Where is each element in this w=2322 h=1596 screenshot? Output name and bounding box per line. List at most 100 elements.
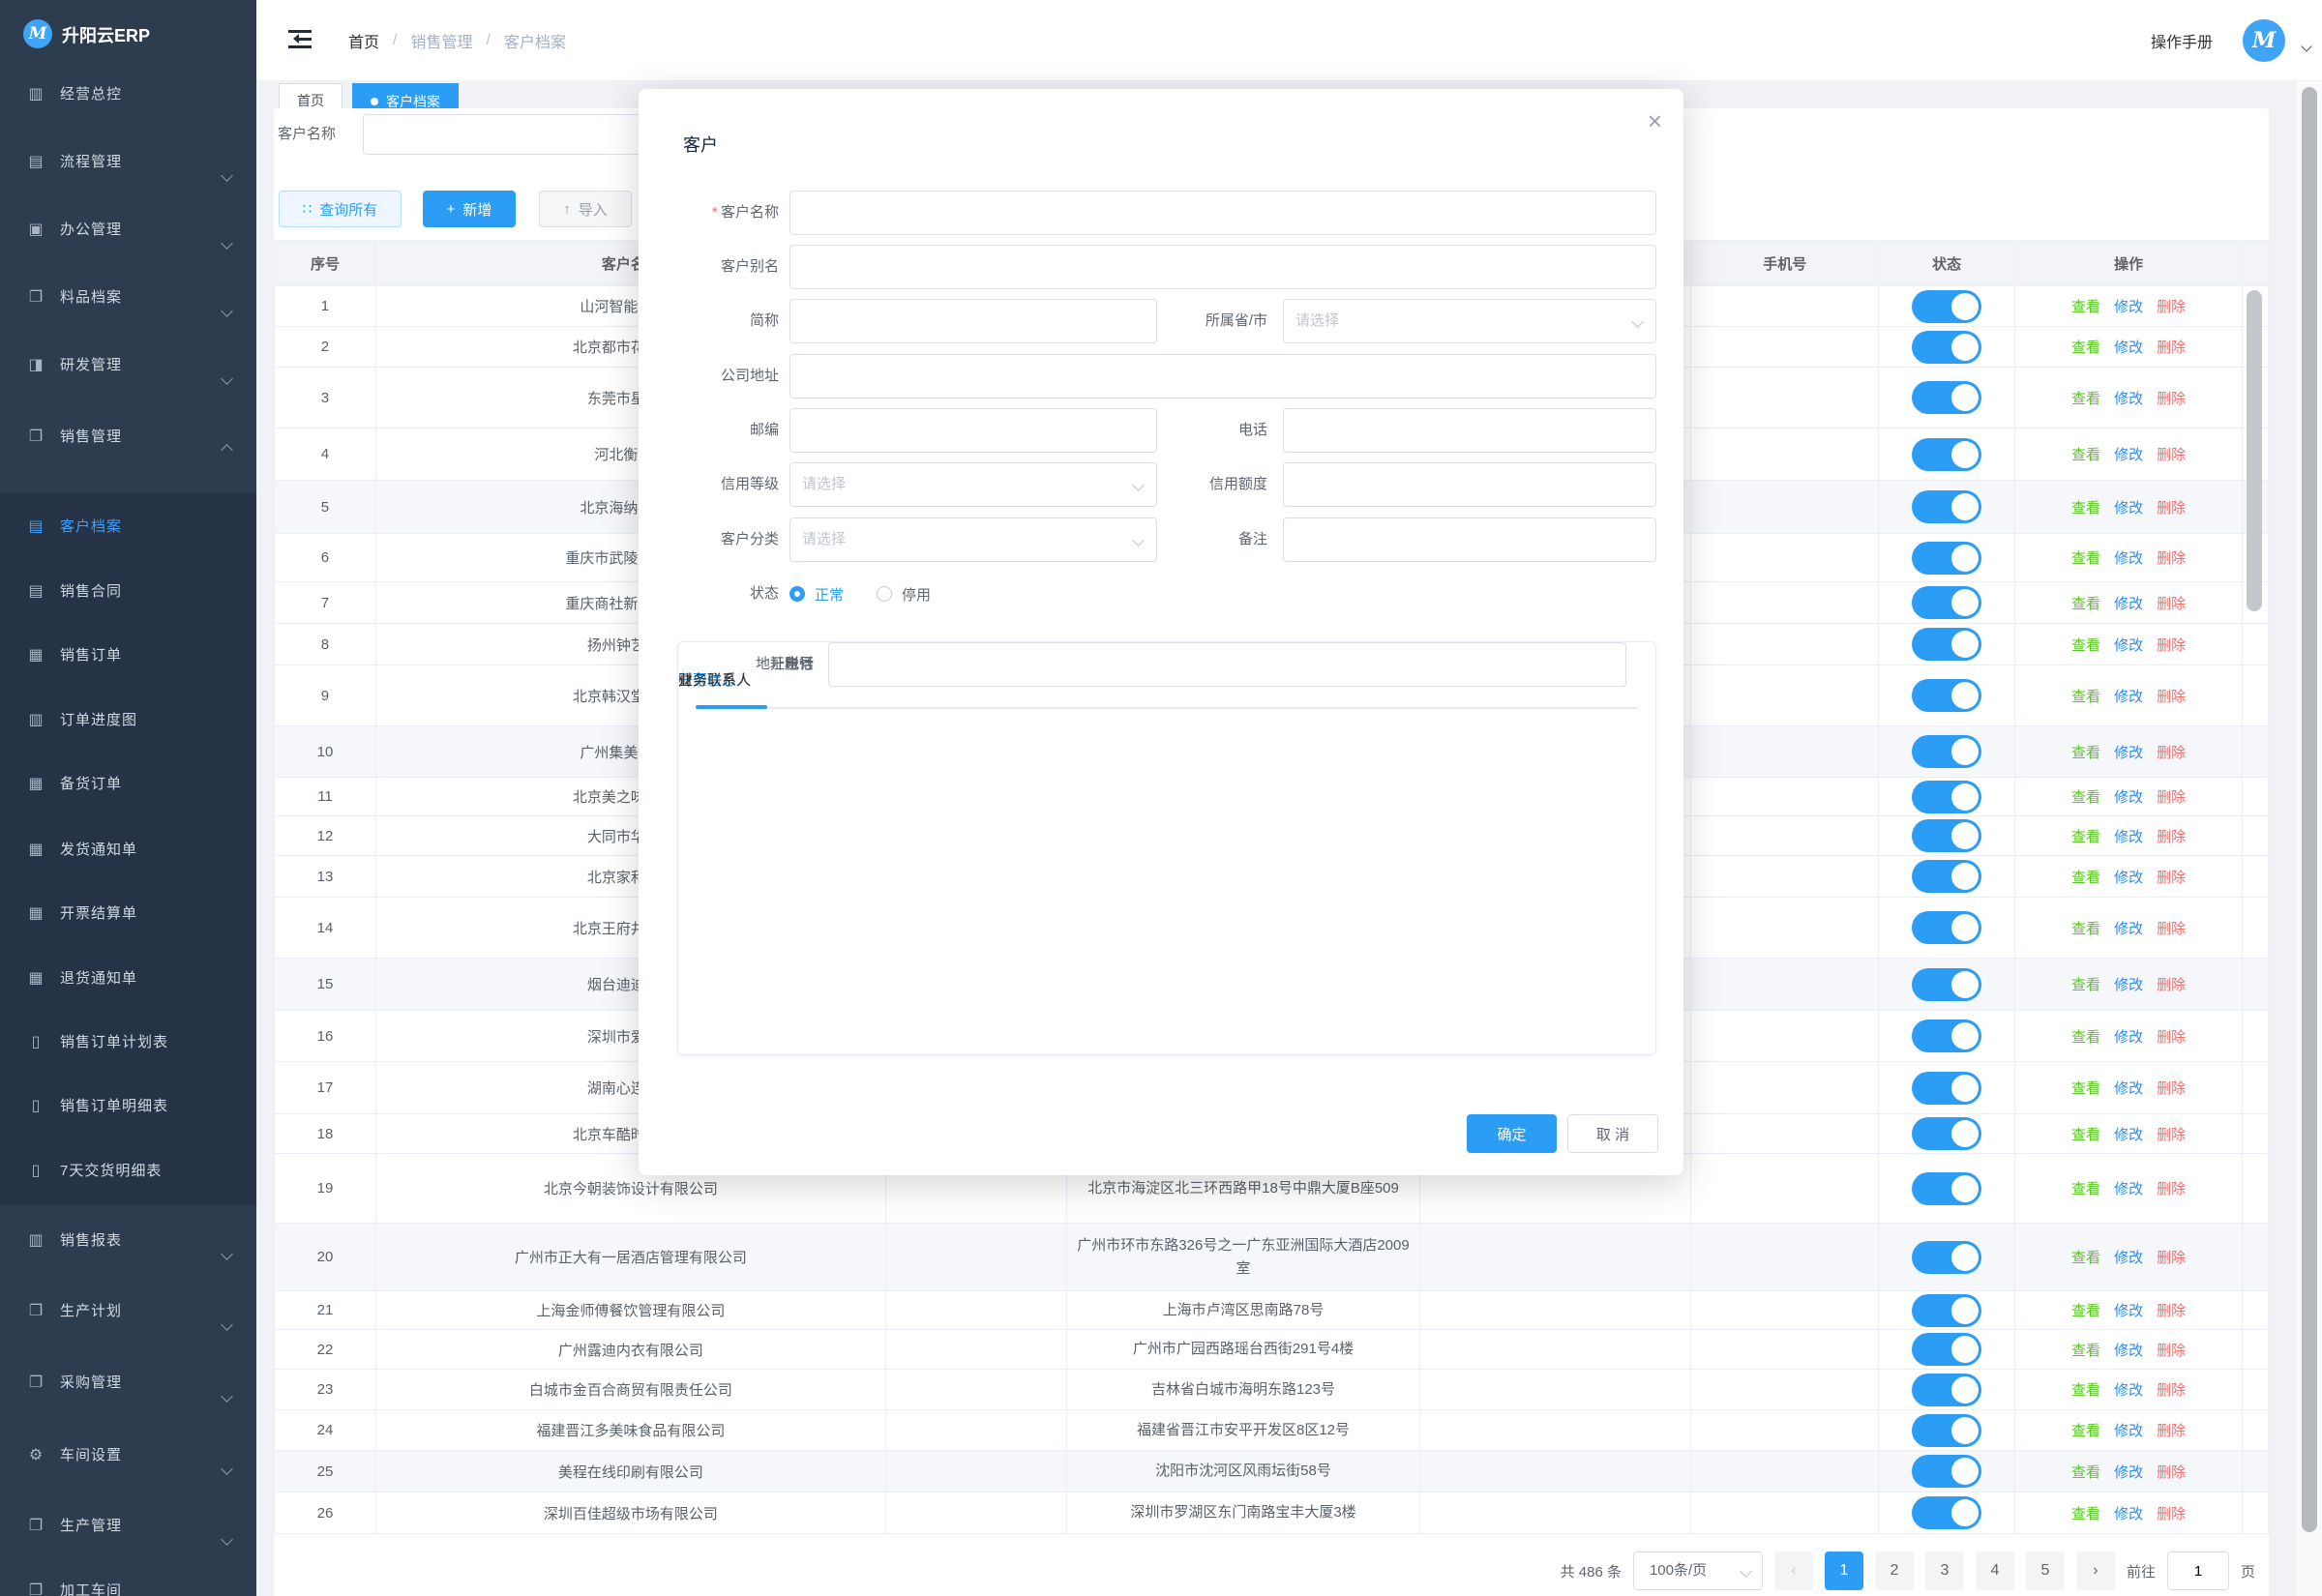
status-normal-radio[interactable]: 正常	[789, 584, 844, 605]
status-disabled-radio[interactable]: 停用	[877, 584, 931, 605]
edit-link[interactable]: 修改	[2114, 497, 2143, 517]
view-link[interactable]: 查看	[2071, 1078, 2100, 1098]
page-size-select[interactable]: 100条/页	[1633, 1552, 1763, 1590]
status-toggle[interactable]	[1912, 1117, 1981, 1150]
goto-page-input[interactable]	[2167, 1552, 2229, 1590]
view-link[interactable]: 查看	[2071, 593, 2100, 613]
edit-link[interactable]: 修改	[2114, 635, 2143, 655]
alias-field[interactable]	[789, 245, 1656, 289]
status-toggle[interactable]	[1912, 1020, 1981, 1052]
edit-link[interactable]: 修改	[2114, 686, 2143, 706]
delete-link[interactable]: 删除	[2157, 635, 2186, 655]
sidebar-item[interactable]: ▯ 销售订单明细表	[0, 1089, 256, 1124]
status-toggle[interactable]	[1912, 1374, 1981, 1406]
sidebar-item[interactable]: ❐ 加工车间	[0, 1574, 256, 1596]
edit-link[interactable]: 修改	[2114, 593, 2143, 613]
edit-link[interactable]: 修改	[2114, 296, 2143, 316]
sidebar-item[interactable]: ▥ 销售报表	[0, 1224, 256, 1258]
delete-link[interactable]: 删除	[2157, 337, 2186, 357]
delete-link[interactable]: 删除	[2157, 296, 2186, 316]
status-toggle[interactable]	[1912, 1455, 1981, 1488]
page-scrollbar-thumb[interactable]	[2302, 87, 2317, 1532]
delete-link[interactable]: 删除	[2157, 1300, 2186, 1320]
status-toggle[interactable]	[1912, 1172, 1981, 1205]
delete-link[interactable]: 删除	[2157, 686, 2186, 706]
status-toggle[interactable]	[1912, 1496, 1981, 1529]
edit-link[interactable]: 修改	[2114, 1247, 2143, 1267]
view-link[interactable]: 查看	[2071, 635, 2100, 655]
view-link[interactable]: 查看	[2071, 296, 2100, 316]
sidebar-item[interactable]: ▦ 开票结算单	[0, 897, 256, 931]
edit-link[interactable]: 修改	[2114, 1340, 2143, 1360]
customer-name-field[interactable]	[789, 191, 1656, 235]
sidebar-item[interactable]: ❐ 料品档案	[0, 281, 256, 315]
avatar-chevron-down-icon[interactable]	[2301, 41, 2311, 51]
delete-link[interactable]: 删除	[2157, 974, 2186, 994]
sidebar-item[interactable]: ▥ 订单进度图	[0, 703, 256, 738]
view-link[interactable]: 查看	[2071, 826, 2100, 846]
delete-link[interactable]: 删除	[2157, 826, 2186, 846]
delete-link[interactable]: 删除	[2157, 1420, 2186, 1440]
view-link[interactable]: 查看	[2071, 867, 2100, 887]
edit-link[interactable]: 修改	[2114, 1503, 2143, 1523]
edit-link[interactable]: 修改	[2114, 742, 2143, 762]
edit-link[interactable]: 修改	[2114, 1379, 2143, 1400]
view-link[interactable]: 查看	[2071, 1420, 2100, 1440]
delete-link[interactable]: 删除	[2157, 388, 2186, 408]
breadcrumb-home[interactable]: 首页	[348, 29, 379, 52]
prev-page-button[interactable]: ‹	[1774, 1552, 1813, 1590]
edit-link[interactable]: 修改	[2114, 1124, 2143, 1144]
view-link[interactable]: 查看	[2071, 1462, 2100, 1482]
sidebar-item[interactable]: ▦ 销售订单	[0, 638, 256, 673]
short-name-field[interactable]	[789, 299, 1157, 343]
view-link[interactable]: 查看	[2071, 1026, 2100, 1047]
edit-link[interactable]: 修改	[2114, 547, 2143, 568]
delete-link[interactable]: 删除	[2157, 1379, 2186, 1400]
sidebar-item[interactable]: ❐ 销售管理	[0, 420, 256, 455]
delete-link[interactable]: 删除	[2157, 497, 2186, 517]
view-link[interactable]: 查看	[2071, 444, 2100, 464]
cancel-button[interactable]: 取 消	[1567, 1114, 1658, 1153]
delete-link[interactable]: 删除	[2157, 593, 2186, 613]
status-toggle[interactable]	[1912, 679, 1981, 712]
status-toggle[interactable]	[1912, 1241, 1981, 1274]
sidebar-item[interactable]: ❐ 生产计划	[0, 1294, 256, 1329]
invoice-field-input[interactable]	[828, 642, 1626, 687]
query-all-button[interactable]: ∷ 查询所有	[279, 191, 402, 227]
phone-field[interactable]	[1283, 408, 1656, 453]
status-toggle[interactable]	[1912, 438, 1981, 471]
category-select[interactable]: 请选择	[789, 517, 1157, 562]
delete-link[interactable]: 删除	[2157, 918, 2186, 938]
edit-link[interactable]: 修改	[2114, 918, 2143, 938]
sidebar-item[interactable]: ▦ 备货订单	[0, 767, 256, 802]
view-link[interactable]: 查看	[2071, 1124, 2100, 1144]
edit-link[interactable]: 修改	[2114, 826, 2143, 846]
status-toggle[interactable]	[1912, 1072, 1981, 1105]
edit-link[interactable]: 修改	[2114, 867, 2143, 887]
delete-link[interactable]: 删除	[2157, 786, 2186, 807]
add-button[interactable]: + 新增	[423, 191, 516, 227]
sidebar-item[interactable]: ▣ 办公管理	[0, 213, 256, 248]
delete-link[interactable]: 删除	[2157, 444, 2186, 464]
status-toggle[interactable]	[1912, 290, 1981, 323]
sidebar-item[interactable]: ▥ 经营总控	[0, 77, 256, 112]
page-number-button[interactable]: 5	[2026, 1552, 2065, 1590]
confirm-button[interactable]: 确定	[1467, 1114, 1557, 1153]
sidebar-item[interactable]: ▤ 流程管理	[0, 145, 256, 180]
view-link[interactable]: 查看	[2071, 547, 2100, 568]
view-link[interactable]: 查看	[2071, 742, 2100, 762]
credit-level-select[interactable]: 请选择	[789, 462, 1157, 507]
sidebar-item[interactable]: ▯ 7天交货明细表	[0, 1154, 256, 1189]
view-link[interactable]: 查看	[2071, 497, 2100, 517]
edit-link[interactable]: 修改	[2114, 1300, 2143, 1320]
next-page-button[interactable]: ›	[2076, 1552, 2115, 1590]
page-number-button[interactable]: 4	[1976, 1552, 2014, 1590]
sidebar-item[interactable]: ◨ 研发管理	[0, 348, 256, 383]
status-toggle[interactable]	[1912, 381, 1981, 414]
remark-field[interactable]	[1283, 517, 1656, 562]
view-link[interactable]: 查看	[2071, 1247, 2100, 1267]
sidebar-item[interactable]: ❐ 采购管理	[0, 1366, 256, 1401]
edit-link[interactable]: 修改	[2114, 974, 2143, 994]
view-link[interactable]: 查看	[2071, 1178, 2100, 1198]
page-number-button[interactable]: 2	[1875, 1552, 1914, 1590]
